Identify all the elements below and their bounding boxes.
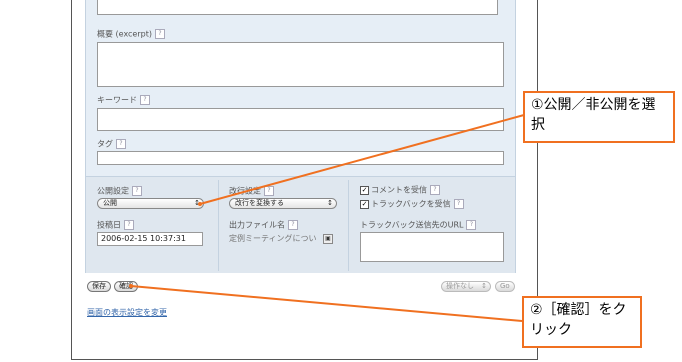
callout-click-preview: ②［確認］をクリック [522,296,642,348]
callout-dot-second [129,284,133,288]
callout-dot-first [198,202,202,206]
callout-line-first [199,114,525,205]
callout-line-second [130,285,523,322]
callout-select-visibility: ①公開／非公開を選択 [523,91,675,143]
